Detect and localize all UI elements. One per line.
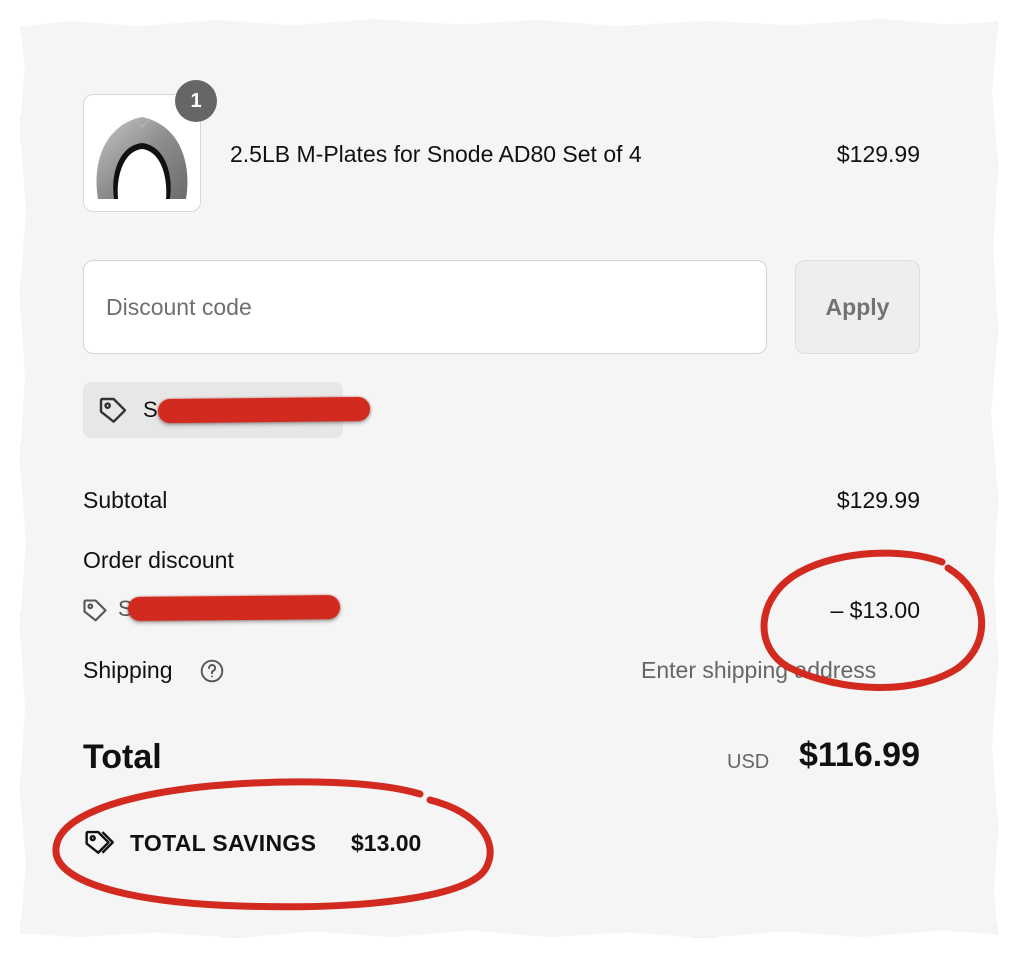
subtotal-value: $129.99: [836, 487, 920, 513]
quantity-badge: 1: [175, 80, 217, 122]
apply-button[interactable]: Apply: [795, 260, 920, 354]
currency-label: USD: [727, 751, 770, 773]
order-discount-label: Order discount: [83, 547, 234, 573]
shipping-label: Shipping: [83, 657, 173, 683]
screenshot-stage: 1 2.5LB M-Plates for Snode AD80 Set of 4…: [0, 0, 1024, 977]
total-value: $116.99: [798, 736, 920, 774]
subtotal-label: Subtotal: [83, 487, 168, 513]
tags-icon: [83, 828, 117, 863]
discount-code-input[interactable]: [83, 260, 767, 354]
discount-amount: – $13.00: [830, 597, 920, 623]
total-savings-label: TOTAL SAVINGS: [130, 830, 317, 856]
question-circle-icon[interactable]: [199, 658, 225, 689]
total-savings-value: $13.00: [351, 830, 422, 856]
tag-icon: [81, 597, 109, 630]
applied-code-label: S: [143, 397, 158, 422]
tag-icon: [97, 395, 129, 432]
product-name: 2.5LB M-Plates for Snode AD80 Set of 4: [230, 141, 642, 167]
redaction-mark: [127, 595, 341, 621]
redaction-mark: [157, 396, 371, 424]
product-price: $129.99: [836, 141, 920, 167]
total-label: Total: [83, 738, 162, 776]
shipping-value: Enter shipping address: [641, 657, 877, 683]
weight-plate-image: [96, 117, 188, 199]
